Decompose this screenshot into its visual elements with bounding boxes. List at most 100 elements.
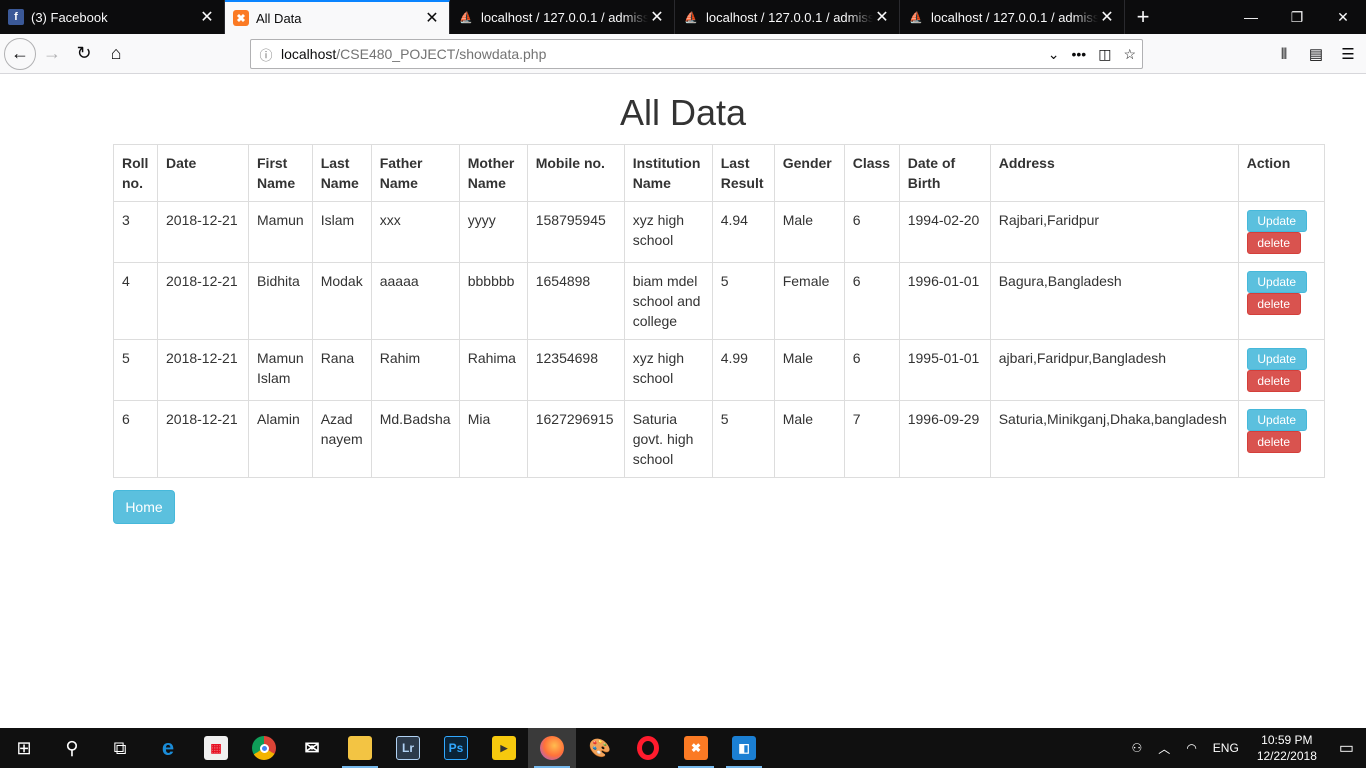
cell-dob: 1995-01-01: [898, 339, 991, 401]
new-tab-button[interactable]: +: [1125, 0, 1161, 34]
lightroom-icon[interactable]: Lr: [384, 728, 432, 768]
cell-roll: 5: [113, 339, 158, 401]
delete-button[interactable]: delete: [1246, 370, 1301, 392]
close-window-button[interactable]: ✕: [1320, 0, 1366, 34]
home-icon[interactable]: ⌂: [100, 38, 132, 70]
cell-mother-name: Mia: [458, 400, 528, 478]
cell-dob: 1996-09-29: [898, 400, 991, 478]
home-button[interactable]: Home: [113, 490, 175, 524]
window-controls: — ❐ ✕: [1228, 0, 1366, 34]
cell-first-name: Mamun: [248, 201, 313, 263]
language-indicator[interactable]: ENG: [1205, 741, 1247, 755]
cell-institution: biam mdel school and college: [623, 262, 713, 340]
cell-address: ajbari,Faridpur,Bangladesh: [989, 339, 1239, 401]
cell-roll: 3: [113, 201, 158, 263]
cell-institution: Saturia govt. high school: [623, 400, 713, 478]
bookmark-star-icon[interactable]: ☆: [1123, 46, 1136, 63]
edge-icon[interactable]: e: [144, 728, 192, 768]
table-row: 5 2018-12-21 Mamun Islam Rana Rahim Rahi…: [113, 339, 1326, 401]
app-icon[interactable]: ◧: [720, 728, 768, 768]
cell-gender: Male: [773, 201, 845, 263]
tab-facebook[interactable]: f (3) Facebook ✕: [0, 0, 225, 34]
cell-last-name: Azad nayem: [311, 400, 372, 478]
firefox-icon[interactable]: [528, 728, 576, 768]
col-address: Address: [989, 144, 1239, 202]
notifications-icon[interactable]: ▭: [1327, 738, 1366, 758]
table-row: 6 2018-12-21 Alamin Azad nayem Md.Badsha…: [113, 400, 1326, 478]
delete-button[interactable]: delete: [1246, 431, 1301, 453]
page-actions-icon[interactable]: •••: [1071, 46, 1086, 62]
paint-icon[interactable]: 🎨: [576, 728, 624, 768]
tab-title: localhost / 127.0.0.1 / admission: [706, 9, 873, 25]
cell-last-name: Rana: [311, 339, 372, 401]
tab-phpmyadmin-3[interactable]: ⛵ localhost / 127.0.0.1 / admission ✕: [900, 0, 1125, 34]
update-button[interactable]: Update: [1246, 210, 1307, 232]
tab-phpmyadmin-2[interactable]: ⛵ localhost / 127.0.0.1 / admission ✕: [675, 0, 900, 34]
store-icon[interactable]: ▦: [192, 728, 240, 768]
cell-mother-name: yyyy: [458, 201, 528, 263]
url-bar[interactable]: ⓘ localhost/CSE480_POJECT/showdata.php ⌄…: [250, 39, 1143, 69]
update-button[interactable]: Update: [1246, 409, 1307, 431]
delete-button[interactable]: delete: [1246, 232, 1301, 254]
cell-last-name: Modak: [311, 262, 372, 340]
info-icon[interactable]: ⓘ: [251, 45, 281, 64]
opera-icon[interactable]: [624, 728, 672, 768]
chevron-up-icon[interactable]: ︿: [1150, 740, 1178, 757]
delete-button[interactable]: delete: [1246, 293, 1301, 315]
tab-phpmyadmin-1[interactable]: ⛵ localhost / 127.0.0.1 / admission ✕: [450, 0, 675, 34]
cell-first-name: Bidhita: [248, 262, 313, 340]
minimize-button[interactable]: —: [1228, 0, 1274, 34]
cell-last-name: Islam: [311, 201, 372, 263]
tab-title: All Data: [256, 10, 302, 26]
photoshop-icon[interactable]: Ps: [432, 728, 480, 768]
people-icon[interactable]: ⚇: [1124, 741, 1151, 755]
cell-gender: Male: [773, 339, 845, 401]
close-icon[interactable]: ✕: [648, 7, 666, 27]
page-content: All Data Roll no. Date First Name Last N…: [0, 74, 1366, 728]
clock-time: 10:59 PM: [1261, 733, 1313, 747]
close-icon[interactable]: ✕: [198, 7, 216, 27]
mail-icon[interactable]: ✉: [288, 728, 336, 768]
cell-date: 2018-12-21: [157, 339, 249, 401]
reload-button[interactable]: ↻: [68, 38, 100, 70]
clock[interactable]: 10:59 PM 12/22/2018: [1247, 732, 1327, 764]
chevron-down-icon[interactable]: ⌄: [1048, 46, 1060, 63]
library-icon[interactable]: ⫴: [1272, 38, 1296, 70]
cell-dob: 1996-01-01: [898, 262, 991, 340]
pocket-icon[interactable]: ◫: [1098, 46, 1111, 63]
task-view-icon[interactable]: ⧉: [96, 728, 144, 768]
xampp-taskbar-icon[interactable]: ✖: [672, 728, 720, 768]
restore-button[interactable]: ❐: [1274, 0, 1320, 34]
close-icon[interactable]: ✕: [423, 8, 441, 28]
url-path: /CSE480_POJECT/showdata.php: [336, 46, 547, 62]
cell-action: Update delete: [1237, 201, 1326, 263]
col-father-name: Father Name: [370, 144, 460, 202]
sidebar-icon[interactable]: ▤: [1304, 38, 1328, 70]
file-explorer-icon[interactable]: [336, 728, 384, 768]
cell-class: 7: [843, 400, 900, 478]
cell-mobile: 158795945: [526, 201, 625, 263]
menu-icon[interactable]: ☰: [1336, 38, 1360, 70]
navigation-bar: ← → ↻ ⌂ ⓘ localhost/CSE480_POJECT/showda…: [0, 34, 1366, 74]
close-icon[interactable]: ✕: [873, 7, 891, 27]
search-icon[interactable]: ⚲: [48, 728, 96, 768]
cell-date: 2018-12-21: [157, 262, 249, 340]
phpmyadmin-icon: ⛵: [459, 11, 473, 24]
tab-title: localhost / 127.0.0.1 / admission: [931, 9, 1098, 25]
forward-button[interactable]: →: [36, 38, 68, 70]
col-mother-name: Mother Name: [458, 144, 528, 202]
windows-start-icon[interactable]: ⊞: [0, 728, 48, 768]
url-host: localhost: [281, 46, 337, 62]
cell-address: Bagura,Bangladesh: [989, 262, 1239, 340]
update-button[interactable]: Update: [1246, 348, 1307, 370]
update-button[interactable]: Update: [1246, 271, 1307, 293]
player-icon[interactable]: ▶: [480, 728, 528, 768]
col-mobile: Mobile no.: [526, 144, 625, 202]
close-icon[interactable]: ✕: [1098, 7, 1116, 27]
chrome-icon[interactable]: [240, 728, 288, 768]
wifi-icon[interactable]: ◠: [1178, 741, 1204, 755]
back-button[interactable]: ←: [4, 37, 36, 70]
tab-all-data[interactable]: ✖ All Data ✕: [225, 0, 450, 34]
xampp-icon: ✖: [233, 10, 249, 26]
phpmyadmin-icon: ⛵: [909, 11, 923, 24]
